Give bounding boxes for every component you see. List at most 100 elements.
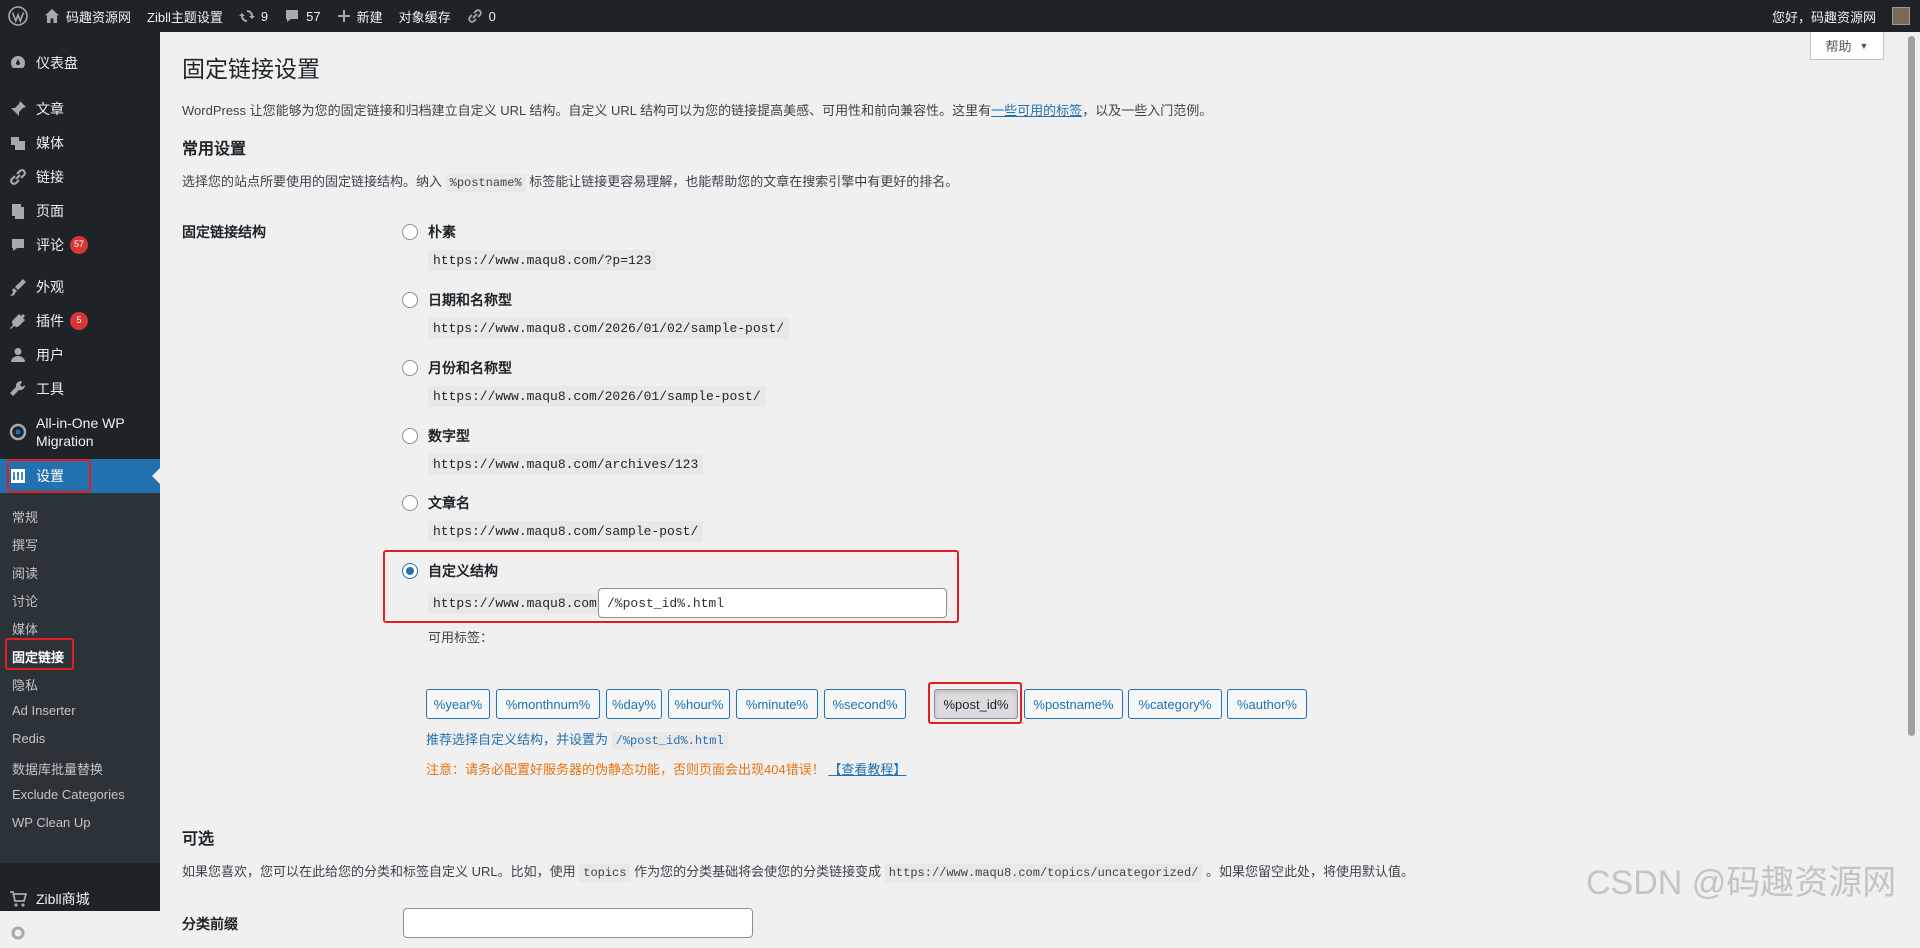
option-numeric[interactable]: 数字型 bbox=[402, 426, 470, 446]
option-post-name[interactable]: 文章名 bbox=[402, 493, 470, 513]
help-label: 帮助 bbox=[1825, 39, 1852, 54]
sidebar-item-zibll-shop[interactable]: Zibll商城 bbox=[0, 884, 160, 914]
sidebar-item-media[interactable]: 媒体 bbox=[0, 126, 160, 160]
comments-badge: 57 bbox=[70, 236, 88, 254]
scrollbar-thumb[interactable] bbox=[1908, 36, 1915, 736]
submenu-db-replace[interactable]: 数据库批量替换 bbox=[12, 759, 103, 778]
pin-icon bbox=[0, 100, 36, 118]
option-numeric-label: 数字型 bbox=[428, 428, 470, 444]
user-icon bbox=[0, 346, 36, 364]
help-button[interactable]: 帮助 ▼ bbox=[1810, 32, 1884, 60]
sidebar-item-label: Zibll商城 bbox=[36, 891, 90, 907]
gear-icon bbox=[0, 924, 36, 942]
new-content-link[interactable]: 新建 bbox=[329, 0, 391, 32]
comments-count: 57 bbox=[306, 8, 321, 24]
tag-button-second[interactable]: %second% bbox=[824, 689, 906, 719]
updates-link[interactable]: 9 bbox=[231, 0, 276, 32]
submenu-reading[interactable]: 阅读 bbox=[12, 563, 38, 582]
sidebar-item-posts[interactable]: 文章 bbox=[0, 92, 160, 126]
category-base-input[interactable] bbox=[403, 908, 753, 938]
sidebar-item-plugins[interactable]: 插件 5 bbox=[0, 304, 160, 338]
sidebar-item-dashboard[interactable]: 仪表盘 bbox=[0, 46, 160, 80]
radio-month-name[interactable] bbox=[402, 360, 418, 376]
sidebar-item-users[interactable]: 用户 bbox=[0, 338, 160, 372]
tutorial-link[interactable]: 【查看教程】 bbox=[828, 762, 906, 777]
tag-button-year[interactable]: %year% bbox=[426, 689, 490, 719]
optional-desc-3: 。如果您留空此处，将使用默认值。 bbox=[1206, 864, 1415, 879]
submenu-wp-clean-up[interactable]: WP Clean Up bbox=[12, 815, 91, 830]
sidebar-item-label: 评论 bbox=[36, 237, 64, 253]
migration-icon bbox=[0, 423, 36, 441]
sample-url-numeric: https://www.maqu8.com/archives/123 bbox=[428, 454, 704, 475]
site-name: 码趣资源网 bbox=[66, 9, 132, 25]
sidebar-item-pages[interactable]: 页面 bbox=[0, 194, 160, 228]
option-month-name-label: 月份和名称型 bbox=[428, 360, 512, 376]
tag-button-hour[interactable]: %hour% bbox=[668, 689, 730, 719]
radio-plain[interactable] bbox=[402, 224, 418, 240]
radio-post-name[interactable] bbox=[402, 495, 418, 511]
tag-button-category[interactable]: %category% bbox=[1128, 689, 1222, 719]
sidebar-item-tools[interactable]: 工具 bbox=[0, 372, 160, 406]
greeting[interactable]: 您好，码趣资源网 bbox=[1764, 0, 1884, 32]
sidebar-item-migration[interactable]: All-in-One WP Migration bbox=[0, 410, 160, 454]
plugins-badge: 5 bbox=[70, 312, 88, 330]
submenu-media[interactable]: 媒体 bbox=[12, 619, 38, 638]
sidebar-item-label: 外观 bbox=[36, 279, 64, 295]
common-settings-heading: 常用设置 bbox=[182, 141, 247, 158]
submenu-discussion[interactable]: 讨论 bbox=[12, 591, 38, 610]
wordpress-logo-icon[interactable] bbox=[0, 0, 36, 32]
media-icon bbox=[0, 134, 36, 152]
permalink-structure-label: 固定链接结构 bbox=[182, 224, 266, 240]
radio-day-name[interactable] bbox=[402, 292, 418, 308]
sidebar-item-links[interactable]: 链接 bbox=[0, 160, 160, 194]
option-day-name-label: 日期和名称型 bbox=[428, 292, 512, 308]
comment-icon bbox=[0, 236, 36, 254]
tag-button-author[interactable]: %author% bbox=[1227, 689, 1307, 719]
common-settings-description: 选择您的站点所要使用的固定链接结构。纳入 %postname% 标签能让链接更容… bbox=[182, 171, 958, 192]
option-post-name-label: 文章名 bbox=[428, 495, 470, 511]
option-month-name[interactable]: 月份和名称型 bbox=[402, 358, 512, 378]
permalinks-highlight-box bbox=[5, 638, 74, 670]
tag-button-day[interactable]: %day% bbox=[606, 689, 662, 719]
links-link[interactable]: 0 bbox=[459, 0, 504, 32]
theme-settings-link[interactable]: Zibll主题设置 bbox=[139, 0, 231, 32]
sample-url-post-name: https://www.maqu8.com/sample-post/ bbox=[428, 521, 704, 542]
option-plain-label: 朴素 bbox=[428, 224, 456, 240]
submenu-privacy[interactable]: 隐私 bbox=[12, 675, 38, 694]
page-scrollbar[interactable] bbox=[1903, 32, 1920, 911]
radio-numeric[interactable] bbox=[402, 428, 418, 444]
settings-highlight-box bbox=[7, 459, 91, 493]
optional-code-url: https://www.maqu8.com/topics/uncategoriz… bbox=[884, 864, 1203, 882]
hint-text: 推荐选择自定义结构，并设置为 bbox=[426, 732, 609, 747]
page-icon bbox=[0, 202, 36, 220]
avatar[interactable] bbox=[1892, 7, 1910, 25]
links-count: 0 bbox=[488, 8, 496, 24]
cart-icon bbox=[0, 890, 36, 908]
sidebar-item-label: 仪表盘 bbox=[36, 55, 78, 71]
object-cache-link[interactable]: 对象缓存 bbox=[391, 0, 459, 32]
sample-url-month-name: https://www.maqu8.com/2026/01/sample-pos… bbox=[428, 386, 766, 407]
available-tags-link[interactable]: 一些可用的标签 bbox=[991, 103, 1082, 118]
object-cache-label: 对象缓存 bbox=[398, 9, 451, 25]
submenu-ad-inserter[interactable]: Ad Inserter bbox=[12, 703, 76, 718]
admin-sidebar: 仪表盘 文章 媒体 链接 页面 评论 57 外观 插件 5 用户 工具 All-… bbox=[0, 32, 160, 941]
site-name-link[interactable]: 码趣资源网 bbox=[36, 0, 139, 32]
intro-after: ，以及一些入门范例。 bbox=[1082, 103, 1213, 118]
submenu-writing[interactable]: 撰写 bbox=[12, 535, 38, 554]
tag-button-postname[interactable]: %postname% bbox=[1024, 689, 1123, 719]
tag-button-minute[interactable]: %minute% bbox=[736, 689, 818, 719]
settings-submenu: 常规 撰写 阅读 讨论 媒体 固定链接 隐私 Ad Inserter Redis… bbox=[0, 493, 160, 863]
sidebar-item-comments[interactable]: 评论 57 bbox=[0, 228, 160, 262]
tag-button-monthnum[interactable]: %monthnum% bbox=[496, 689, 600, 719]
sidebar-item-zibll-theme-settings[interactable]: Zibll主题设置 bbox=[0, 918, 160, 948]
submenu-redis[interactable]: Redis bbox=[12, 731, 45, 746]
sidebar-item-appearance[interactable]: 外观 bbox=[0, 270, 160, 304]
option-day-name[interactable]: 日期和名称型 bbox=[402, 290, 512, 310]
comments-link[interactable]: 57 bbox=[276, 0, 328, 32]
submenu-exclude-categories[interactable]: Exclude Categories bbox=[12, 787, 125, 802]
link-icon bbox=[467, 9, 482, 23]
option-plain[interactable]: 朴素 bbox=[402, 222, 456, 242]
submenu-general[interactable]: 常规 bbox=[12, 507, 38, 526]
common-desc-before: 选择您的站点所要使用的固定链接结构。纳入 bbox=[182, 174, 443, 189]
optional-desc-2: 作为您的分类基础将会使您的分类链接变成 bbox=[634, 864, 882, 879]
